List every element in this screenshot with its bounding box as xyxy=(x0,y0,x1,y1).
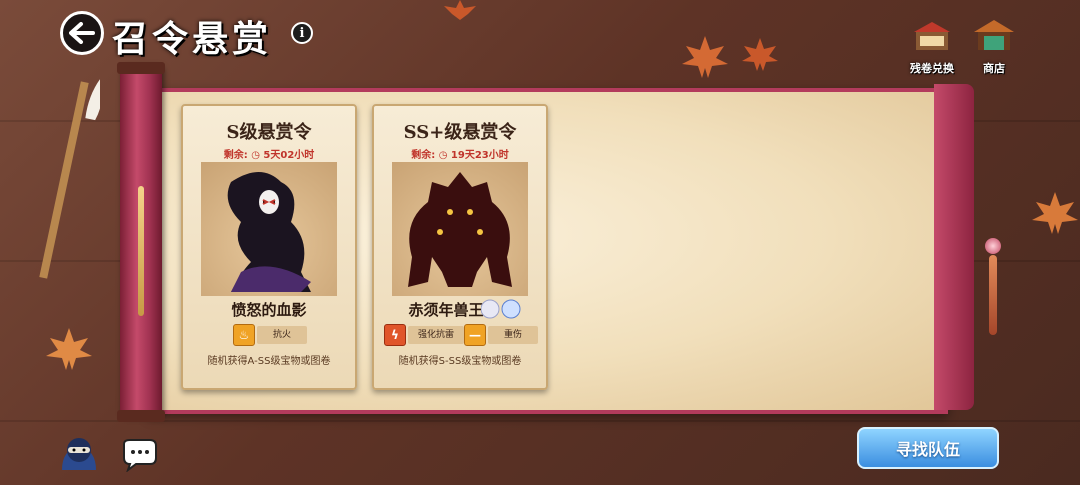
info-icon[interactable]: i xyxy=(291,22,313,44)
boss-portrait xyxy=(201,162,337,296)
trait-label: 抗火 xyxy=(257,326,307,344)
maple-leaf-icon xyxy=(1032,192,1078,234)
scroll-exchange-label: 残卷兑换 xyxy=(910,62,954,75)
page-title: 召令悬赏 xyxy=(112,18,273,60)
bounty-card-s[interactable]: S级悬赏令 剩余: ◷ 5天02小时 愤怒的血影 ♨ 抗火 随机获得A-SS级宝… xyxy=(181,104,357,390)
chat-icon[interactable] xyxy=(120,438,158,472)
trait-badge: — 重伤 xyxy=(464,324,538,346)
ninja-avatar-icon[interactable] xyxy=(56,436,102,472)
remaining-time: 剩余: ◷ 19天23小时 xyxy=(374,146,546,161)
maple-leaf-icon xyxy=(682,36,728,78)
card-title: SS+级悬赏令 xyxy=(403,122,517,143)
reward-text: 随机获得A-SS级宝物或图卷 xyxy=(207,356,331,367)
trait-badge: ϟ 强化抗雷 xyxy=(384,324,465,346)
shop-icon xyxy=(974,20,1014,50)
trait-label: 强化抗雷 xyxy=(408,326,465,344)
remaining-value: 19天23小时 xyxy=(450,150,509,161)
maple-leaf-icon xyxy=(444,0,476,20)
bounty-card-ss-plus[interactable]: SS+级悬赏令 剩余: ◷ 19天23小时 赤须年兽王 ϟ 强化抗雷 — 重伤 … xyxy=(372,104,548,390)
back-button[interactable] xyxy=(60,11,104,55)
clock-icon: ◷ xyxy=(251,150,260,161)
maple-leaf-icon xyxy=(46,328,92,370)
shop-button[interactable]: 商店 xyxy=(966,18,1022,76)
maple-leaf-icon xyxy=(742,38,778,71)
element-icons xyxy=(481,299,521,319)
remaining-value: 5天02小时 xyxy=(263,150,315,161)
scroll-right-edge xyxy=(934,84,974,410)
remaining-time: 剩余: ◷ 5天02小时 xyxy=(183,146,355,161)
fire-resist-icon: ♨ xyxy=(233,324,255,346)
scroll-exchange-icon xyxy=(914,22,950,50)
card-title: S级悬赏令 xyxy=(226,122,312,143)
find-team-button[interactable]: 寻找队伍 xyxy=(857,427,999,469)
brush-icon xyxy=(39,75,100,279)
clock-icon: ◷ xyxy=(438,150,448,161)
reward-text: 随机获得S-SS级宝物或图卷 xyxy=(398,356,522,367)
tassel-bead xyxy=(985,238,1001,254)
tassel xyxy=(989,255,997,335)
trait-label: 重伤 xyxy=(488,326,538,344)
trait-badge: ♨ 抗火 xyxy=(233,324,307,346)
remaining-label: 剩余: xyxy=(411,150,436,161)
boss-name: 愤怒的血影 xyxy=(231,301,307,319)
blood-shadow-figure xyxy=(227,172,311,292)
beast-king-figure xyxy=(408,172,512,287)
scroll-exchange-button[interactable]: 残卷兑换 xyxy=(904,18,960,76)
shop-label: 商店 xyxy=(983,62,1005,75)
boss-portrait xyxy=(392,162,528,296)
heavy-wound-icon: — xyxy=(464,324,486,346)
remaining-label: 剩余: xyxy=(223,150,248,161)
scroll-rod xyxy=(117,62,165,422)
thunder-resist-icon: ϟ xyxy=(384,324,406,346)
arrow-left-icon xyxy=(69,22,95,44)
